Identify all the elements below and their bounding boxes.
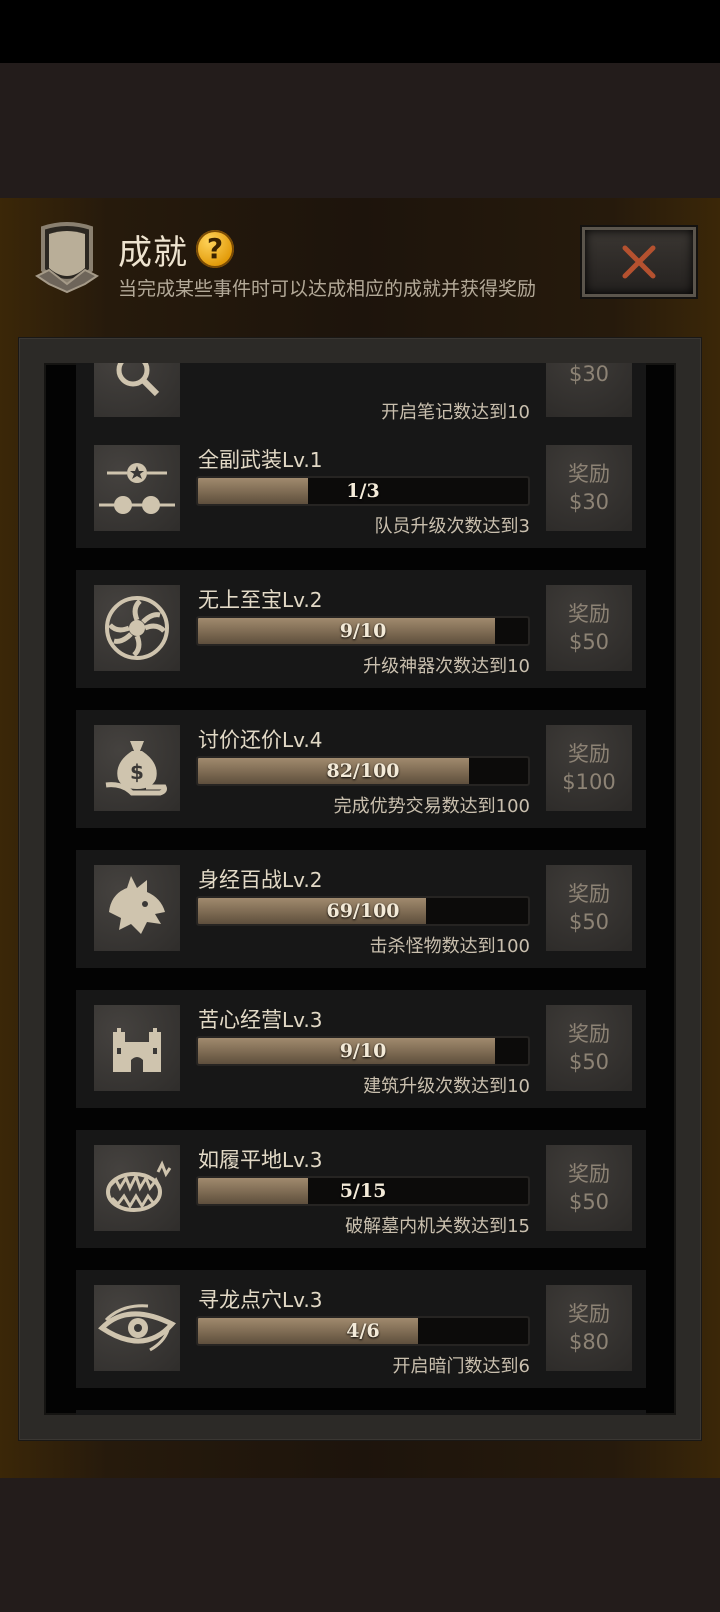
- page-title: 成就: [118, 232, 188, 273]
- reward-button[interactable]: 奖励 $50: [546, 1145, 632, 1231]
- progress-text: 5/15: [339, 1180, 387, 1202]
- progress-bar: 9/10: [196, 616, 530, 646]
- achievement-name: 苦心经营: [198, 1008, 282, 1032]
- reward-button[interactable]: 奖励 $80: [546, 1285, 632, 1371]
- reward-label: 奖励: [568, 882, 610, 906]
- achievement-item: 如履平地Lv.3 5/15 破解墓内机关数达到15 奖励 $50: [76, 1130, 646, 1248]
- achievement-item: $ 讨价还价Lv.4 82/100 完成优势交易数达到100 奖励 $100: [76, 710, 646, 828]
- achievement-item: 苦心经营Lv.3 9/10 建筑升级次数达到10 奖励 $50: [76, 990, 646, 1108]
- achievement-title: 苦心经营Lv.3: [198, 1004, 323, 1034]
- progress-text: 9/10: [339, 620, 387, 642]
- reward-label: 奖励: [568, 742, 610, 766]
- achievement-title: 全副武装Lv.1: [198, 444, 323, 474]
- page-subtitle: 当完成某些事件时可以达成相应的成就并获得奖励: [118, 278, 537, 300]
- achievement-title: 无上至宝Lv.2: [198, 584, 323, 614]
- title-row: 成就 ?: [118, 226, 234, 273]
- bear-trap-icon: [94, 1145, 180, 1231]
- reward-button[interactable]: 奖励 $50: [546, 1005, 632, 1091]
- achievement-title: 身经百战Lv.2: [198, 864, 323, 894]
- achievement-description: 完成优势交易数达到100: [333, 796, 530, 817]
- achievement-name: 无上至宝: [198, 588, 282, 612]
- progress-text: 9/10: [339, 1040, 387, 1062]
- achievement-list[interactable]: 开启笔记数达到10 $30 全副武装Lv.1 1/3 队员升级次数达到3 奖励 …: [44, 363, 676, 1415]
- achievement-description: 开启暗门数达到6: [392, 1356, 530, 1377]
- achievement-level: Lv.4: [282, 728, 323, 752]
- reward-amount: $50: [568, 630, 610, 654]
- achievement-name: 如履平地: [198, 1148, 282, 1172]
- progress-text: 69/100: [326, 900, 400, 922]
- achievement-description: 建筑升级次数达到10: [363, 1076, 530, 1097]
- wheel-emblem-icon: [94, 585, 180, 671]
- achievement-name: 讨价还价: [198, 728, 282, 752]
- progress-bar: 9/10: [196, 1036, 530, 1066]
- progress-bar: 4/6: [196, 1316, 530, 1346]
- achievement-description: 队员升级次数达到3: [374, 516, 530, 537]
- status-bar: [0, 0, 720, 63]
- achievement-title: 寻龙点穴Lv.3: [198, 1284, 323, 1314]
- wolf-head-icon: [94, 865, 180, 951]
- reward-amount: $80: [568, 1330, 610, 1354]
- reward-amount: $50: [568, 910, 610, 934]
- close-button[interactable]: [582, 227, 696, 297]
- reward-label: 奖励: [568, 602, 610, 626]
- progress-text: 82/100: [326, 760, 400, 782]
- progress-bar: 82/100: [196, 756, 530, 786]
- magnifier-icon: [94, 363, 180, 417]
- achievement-name: 全副武装: [198, 448, 282, 472]
- achievement-item: 无上至宝Lv.2 9/10 升级神器次数达到10 奖励 $50: [76, 570, 646, 688]
- achievement-level: Lv.3: [282, 1288, 323, 1312]
- reward-button[interactable]: 奖励 $30: [546, 445, 632, 531]
- reward-amount: $50: [568, 1050, 610, 1074]
- achievement-description: 击杀怪物数达到100: [369, 936, 530, 957]
- reward-amount: $50: [568, 1190, 610, 1214]
- reward-label: 奖励: [568, 462, 610, 486]
- reward-button[interactable]: 奖励 $50: [546, 865, 632, 951]
- reward-amount: $100: [562, 770, 616, 794]
- achievement-badge-icon: [35, 222, 99, 298]
- reward-button[interactable]: 奖励 $50: [546, 585, 632, 671]
- reward-label: 奖励: [568, 1302, 610, 1326]
- close-icon: [622, 245, 656, 279]
- achievement-name: 寻龙点穴: [198, 1288, 282, 1312]
- achievement-description: 开启笔记数达到10: [381, 402, 530, 423]
- progress-bar: 1/3: [196, 476, 530, 506]
- achievement-level: Lv.2: [282, 588, 323, 612]
- castle-icon: [94, 1005, 180, 1091]
- progress-bar: 5/15: [196, 1176, 530, 1206]
- reward-button[interactable]: $30: [546, 363, 632, 417]
- medals-icon: [94, 445, 180, 531]
- achievement-level: Lv.1: [282, 448, 323, 472]
- achievement-title: 讨价还价Lv.4: [198, 724, 323, 754]
- reward-button[interactable]: 奖励 $100: [546, 725, 632, 811]
- achievement-description: 升级神器次数达到10: [363, 656, 530, 677]
- achievement-level: Lv.3: [282, 1148, 323, 1172]
- progress-text: 4/6: [346, 1320, 380, 1342]
- progress-bar: 69/100: [196, 896, 530, 926]
- reward-amount: $30: [568, 363, 610, 386]
- achievement-item: 身经百战Lv.2 69/100 击杀怪物数达到100 奖励 $50: [76, 850, 646, 968]
- dimmed-backdrop-bottom: [0, 1478, 720, 1612]
- money-bag-icon: $: [94, 725, 180, 811]
- achievement-level: Lv.2: [282, 868, 323, 892]
- eye-icon: [94, 1285, 180, 1371]
- achievement-item: 全副武装Lv.1 1/3 队员升级次数达到3 奖励 $30: [76, 430, 646, 548]
- achievement-item: [76, 1410, 646, 1415]
- achievement-item: 开启笔记数达到10 $30: [76, 363, 646, 434]
- achievement-item: 寻龙点穴Lv.3 4/6 开启暗门数达到6 奖励 $80: [76, 1270, 646, 1388]
- achievement-level: Lv.3: [282, 1008, 323, 1032]
- reward-amount: $30: [568, 490, 610, 514]
- dimmed-backdrop: [0, 63, 720, 198]
- svg-text:$: $: [130, 760, 144, 784]
- achievement-name: 身经百战: [198, 868, 282, 892]
- help-icon[interactable]: ?: [196, 230, 234, 268]
- achievement-description: 破解墓内机关数达到15: [345, 1216, 530, 1237]
- reward-label: 奖励: [568, 1022, 610, 1046]
- reward-label: 奖励: [568, 1162, 610, 1186]
- progress-text: 1/3: [346, 480, 380, 502]
- achievement-title: 如履平地Lv.3: [198, 1144, 323, 1174]
